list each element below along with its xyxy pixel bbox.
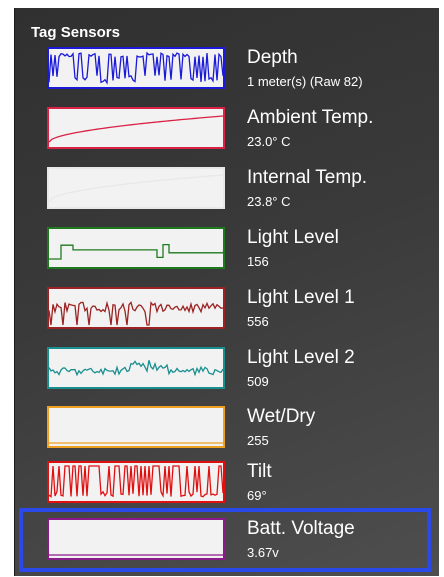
sensor-row-internal-temp[interactable]: Internal Temp. 23.8° C [33,167,443,219]
sensor-sparkline [47,461,225,503]
sparkline-trace [49,360,223,377]
sensor-row-ambient-temp[interactable]: Ambient Temp. 23.0° C [33,107,443,159]
sensor-value: 1 meter(s) (Raw 82) [247,74,363,89]
sensor-value: 69° [247,488,267,503]
sparkline-trace [49,465,223,499]
sparkline-graph [49,51,223,85]
sparkline-trace [49,300,223,326]
panel-title: Tag Sensors [31,24,120,41]
selection-highlight [19,508,431,572]
sensor-row-light-level-1[interactable]: Light Level 1 556 [33,287,443,339]
sparkline-trace [49,244,223,260]
sensor-row-light-level-2[interactable]: Light Level 2 509 [33,347,443,399]
sparkline-graph [49,174,223,203]
sensor-sparkline [47,167,225,209]
sparkline-graph [49,115,223,143]
tag-sensors-panel: Tag Sensors Depth 1 meter(s) (Raw 82) Am… [14,8,439,576]
sensor-row-tilt[interactable]: Tilt 69° [33,461,443,513]
sensor-sparkline [47,107,225,149]
sensor-label: Light Level [247,227,339,248]
sparkline-trace [49,51,223,85]
sensor-label: Wet/Dry [247,406,316,427]
sensor-label: Light Level 1 [247,287,355,308]
sensor-row-wet-dry[interactable]: Wet/Dry 255 [33,406,443,458]
sensor-sparkline [47,227,225,269]
sensor-value: 509 [247,374,269,389]
sparkline-trace [49,174,223,203]
sensor-sparkline [47,406,225,448]
sparkline-graph [49,300,223,326]
sensor-label: Depth [247,47,298,68]
sensor-value: 23.0° C [247,134,291,149]
sensor-sparkline [47,287,225,329]
sparkline-graph [49,442,223,444]
sensor-value: 556 [247,314,269,329]
sparkline-graph [49,360,223,377]
sensor-row-depth[interactable]: Depth 1 meter(s) (Raw 82) [33,47,443,99]
sparkline-trace [49,115,223,143]
sensor-label: Tilt [247,461,272,482]
sensor-sparkline [47,347,225,389]
sensor-label: Light Level 2 [247,347,355,368]
sparkline-graph [49,244,223,260]
sparkline-graph [49,465,223,499]
sensor-row-light-level[interactable]: Light Level 156 [33,227,443,279]
sensor-value: 156 [247,254,269,269]
sensor-value: 255 [247,433,269,448]
sensor-sparkline [47,47,225,89]
sensor-label: Internal Temp. [247,167,368,188]
sensor-label: Ambient Temp. [247,107,374,128]
sensor-value: 23.8° C [247,194,291,209]
